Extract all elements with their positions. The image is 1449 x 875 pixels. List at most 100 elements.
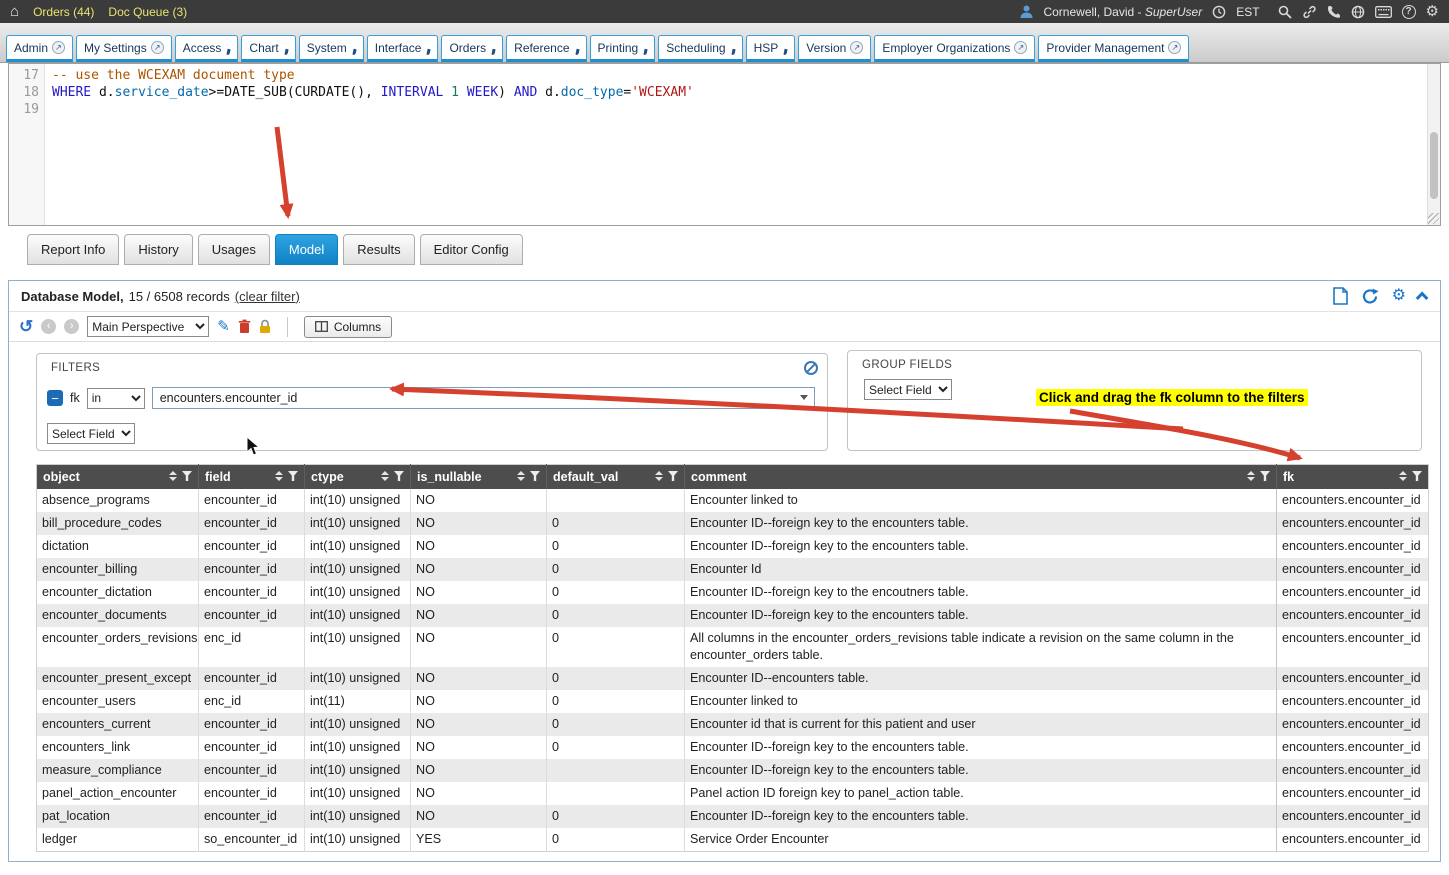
column-header-object[interactable]: object [37, 465, 199, 490]
nav-tab[interactable]: System [299, 35, 364, 62]
column-header-is_nullable[interactable]: is_nullable [411, 465, 547, 490]
table-row[interactable]: encounter_dictationencounter_idint(10) u… [37, 581, 1429, 604]
table-row[interactable]: encounter_usersenc_idint(11)NO0Encounter… [37, 690, 1429, 713]
filter-icon[interactable] [1260, 471, 1270, 481]
column-header-default_val[interactable]: default_val [547, 465, 685, 490]
filter-icon[interactable] [1412, 471, 1422, 481]
columns-button[interactable]: Columns [304, 316, 392, 338]
nav-tab[interactable]: Employer Organizations ↗ [874, 35, 1035, 62]
keyboard-icon[interactable] [1375, 6, 1392, 18]
orders-link[interactable]: Orders (44) [33, 5, 94, 19]
delete-perspective-icon[interactable] [238, 319, 251, 334]
perspective-select[interactable]: Main Perspective [87, 316, 209, 337]
collapse-icon[interactable] [1416, 291, 1429, 304]
nav-tab[interactable]: Access [175, 35, 239, 62]
column-header-ctype[interactable]: ctype [305, 465, 411, 490]
nav-tab[interactable]: Interface [367, 35, 439, 62]
filter-icon[interactable] [668, 471, 678, 481]
document-icon[interactable] [1333, 287, 1348, 305]
nav-tab[interactable]: Provider Management ↗ [1038, 35, 1189, 62]
home-icon[interactable]: ⌂ [10, 4, 19, 19]
table-row[interactable]: absence_programsencounter_idint(10) unsi… [37, 489, 1429, 512]
history-forward-icon[interactable]: › [64, 319, 79, 334]
table-row[interactable]: dictationencounter_idint(10) unsignedNO0… [37, 535, 1429, 558]
editor-scrollbar[interactable] [1427, 64, 1440, 225]
nav-tab[interactable]: Chart [241, 35, 295, 62]
resize-handle-icon[interactable] [1428, 213, 1439, 224]
subtab[interactable]: Model [275, 234, 338, 265]
edit-perspective-icon[interactable]: ✎ [217, 319, 230, 334]
subtab[interactable]: Editor Config [420, 234, 523, 265]
sort-icon[interactable] [169, 471, 177, 481]
undo-icon[interactable]: ↺ [19, 318, 33, 335]
sort-icon[interactable] [655, 471, 663, 481]
nav-tab[interactable]: My Settings ↗ [76, 35, 172, 62]
subtab[interactable]: Results [343, 234, 414, 265]
filter-value-input[interactable] [152, 387, 815, 409]
globe-icon[interactable] [1351, 5, 1365, 19]
table-row[interactable]: ledgerso_encounter_idint(10) unsignedYES… [37, 828, 1429, 852]
popout-icon[interactable]: ↗ [850, 41, 863, 54]
add-group-field-select[interactable]: Select Field [864, 379, 952, 400]
table-row[interactable]: panel_action_encounterencounter_idint(10… [37, 782, 1429, 805]
user-name[interactable]: Cornewell, David - SuperUser [1043, 5, 1202, 19]
subtab[interactable]: History [124, 234, 192, 265]
nav-tab[interactable]: Orders [441, 35, 503, 62]
popout-icon[interactable]: ↗ [52, 41, 65, 54]
column-header-comment[interactable]: comment [685, 465, 1277, 490]
nav-tab[interactable]: Scheduling [658, 35, 742, 62]
search-icon[interactable] [1278, 5, 1292, 19]
timezone-label[interactable]: EST [1236, 5, 1259, 19]
filter-operator-select[interactable]: in [87, 388, 145, 409]
disable-filters-icon[interactable] [804, 361, 818, 375]
filter-icon[interactable] [182, 471, 192, 481]
combo-caret-icon[interactable] [800, 395, 808, 400]
sort-icon[interactable] [275, 471, 283, 481]
table-row[interactable]: encounter_present_exceptencounter_idint(… [37, 667, 1429, 690]
clear-filter-link[interactable]: (clear filter) [235, 289, 300, 304]
nav-tab[interactable]: Reference [506, 35, 586, 62]
column-header-fk[interactable]: fk [1277, 465, 1429, 490]
add-filter-field-select[interactable]: Select Field [47, 423, 135, 444]
table-row[interactable]: pat_locationencounter_idint(10) unsigned… [37, 805, 1429, 828]
subtab[interactable]: Report Info [27, 234, 119, 265]
table-row[interactable]: encounters_linkencounter_idint(10) unsig… [37, 736, 1429, 759]
filter-icon[interactable] [394, 471, 404, 481]
doc-queue-link[interactable]: Doc Queue (3) [108, 5, 187, 19]
help-icon[interactable]: ? [1402, 5, 1416, 19]
sql-editor[interactable]: 171819 -- use the WCEXAM document typeWH… [8, 63, 1441, 226]
refresh-icon[interactable] [1361, 288, 1379, 305]
table-row[interactable]: encounter_documentsencounter_idint(10) u… [37, 604, 1429, 627]
filter-icon[interactable] [288, 471, 298, 481]
phone-icon[interactable] [1327, 5, 1341, 19]
table-row[interactable]: encounter_billingencounter_idint(10) uns… [37, 558, 1429, 581]
nav-tab[interactable]: Version ↗ [798, 35, 871, 62]
filter-icon[interactable] [530, 471, 540, 481]
table-row[interactable]: bill_procedure_codesencounter_idint(10) … [37, 512, 1429, 535]
scrollbar-thumb[interactable] [1430, 132, 1438, 200]
sort-icon[interactable] [381, 471, 389, 481]
nav-tab[interactable]: Admin ↗ [6, 35, 73, 62]
column-header-field[interactable]: field [199, 465, 305, 490]
table-row[interactable]: encounter_orders_revisionsenc_idint(10) … [37, 627, 1429, 667]
gear-icon[interactable]: ⚙ [1426, 4, 1439, 19]
sort-icon[interactable] [1247, 471, 1255, 481]
history-back-icon[interactable]: ‹ [41, 319, 56, 334]
nav-tab[interactable]: HSP [746, 35, 796, 62]
popout-icon[interactable]: ↗ [1014, 41, 1027, 54]
clock-icon[interactable] [1212, 5, 1226, 19]
lock-icon[interactable] [259, 319, 271, 334]
settings-icon[interactable]: ⚙ [1392, 288, 1406, 304]
sort-icon[interactable] [517, 471, 525, 481]
table-row[interactable]: encounters_currentencounter_idint(10) un… [37, 713, 1429, 736]
tab-handle-icon [284, 49, 288, 55]
nav-tab[interactable]: Printing [590, 35, 656, 62]
popout-icon[interactable]: ↗ [1168, 41, 1181, 54]
table-row[interactable]: measure_complianceencounter_idint(10) un… [37, 759, 1429, 782]
popout-icon[interactable]: ↗ [151, 41, 164, 54]
sort-icon[interactable] [1399, 471, 1407, 481]
subtab[interactable]: Usages [198, 234, 270, 265]
link-icon[interactable] [1302, 5, 1317, 19]
remove-filter-button[interactable]: − [47, 390, 63, 406]
editor-code[interactable]: -- use the WCEXAM document typeWHERE d.s… [45, 64, 1427, 225]
